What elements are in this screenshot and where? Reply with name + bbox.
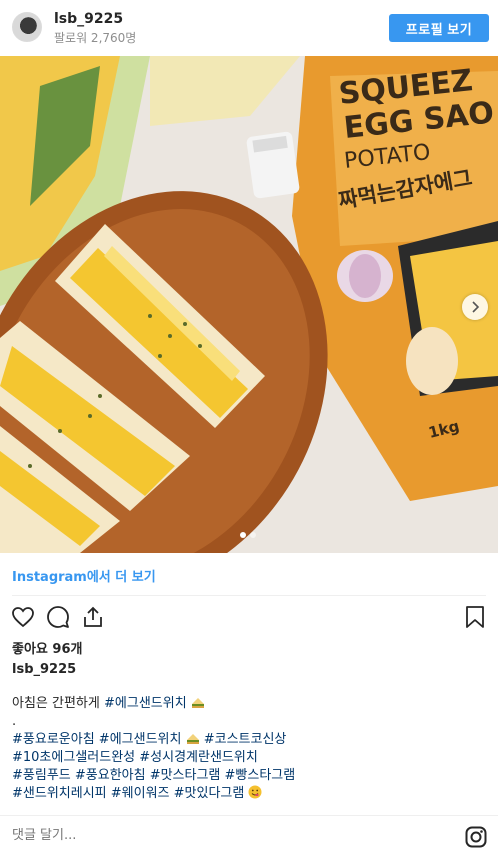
share-button[interactable] xyxy=(80,604,106,630)
carousel-dot xyxy=(250,532,256,538)
view-profile-button[interactable]: 프로필 보기 xyxy=(389,14,489,42)
header-username[interactable]: lsb_9225 xyxy=(54,11,123,27)
hashtag[interactable]: #풍림푸드 xyxy=(12,768,75,783)
carousel-dot xyxy=(240,532,246,538)
carousel-indicator xyxy=(240,532,256,538)
like-count[interactable]: 좋아요 96개 xyxy=(12,638,82,657)
yum-emoji-icon xyxy=(248,785,262,799)
save-button[interactable] xyxy=(462,604,488,630)
hashtag[interactable]: #성시경계란샌드위치 xyxy=(139,750,258,765)
share-icon xyxy=(84,606,102,627)
hashtag[interactable]: #10초에그샐러드완성 xyxy=(12,750,139,765)
hashtag[interactable]: #맛있다그램 xyxy=(174,786,245,801)
instagram-logo-icon[interactable] xyxy=(465,826,487,848)
hashtag[interactable]: #빵스타그램 xyxy=(225,768,296,783)
sandwich-emoji-icon xyxy=(191,698,204,708)
view-more-on-instagram-link[interactable]: Instagram에서 더 보기 xyxy=(12,566,156,585)
hashtag[interactable]: #코스트코신상 xyxy=(204,732,287,747)
post-photo[interactable]: SQUEEZ EGG SAO POTATO 짜먹는감자에그 1kg xyxy=(0,56,498,553)
hashtag[interactable]: #웨이워즈 xyxy=(111,786,174,801)
egg-sandwich-photo: SQUEEZ EGG SAO POTATO 짜먹는감자에그 1kg xyxy=(0,56,498,553)
like-button[interactable] xyxy=(10,604,36,630)
caption-line: #풍림푸드 #풍요한아침 #맛스타그램 #빵스타그램 xyxy=(12,767,486,785)
sandwich-emoji-icon xyxy=(186,734,199,744)
caption-line: #풍요로운아침 #에그샌드위치 #코스트코신상 xyxy=(12,731,486,749)
comment-icon xyxy=(47,606,69,628)
heart-icon xyxy=(12,607,34,628)
caption-separator: . xyxy=(12,714,17,729)
hashtag[interactable]: #맛스타그램 xyxy=(150,768,225,783)
post-header: lsb_9225 팔로워 2,760명 프로필 보기 xyxy=(0,0,498,56)
caption-line: #10초에그샐러드완성 #성시경계란샌드위치 xyxy=(12,749,486,767)
bookmark-icon xyxy=(466,606,484,628)
hashtag[interactable]: #샌드위치레시피 xyxy=(12,786,111,801)
caption-username[interactable]: lsb_9225 xyxy=(12,662,76,677)
avatar[interactable] xyxy=(12,12,42,42)
chevron-right-icon xyxy=(472,301,480,313)
comment-input[interactable] xyxy=(12,828,312,843)
hashtag[interactable]: #에그샌드위치 xyxy=(104,696,187,711)
hashtag[interactable]: #풍요로운아침 xyxy=(12,732,99,747)
caption-line: . xyxy=(12,713,486,731)
hashtag[interactable]: #에그샌드위치 xyxy=(99,732,182,747)
hashtag[interactable]: #풍요한아침 xyxy=(75,768,150,783)
divider xyxy=(12,595,486,596)
caption-line: #샌드위치레시피 #웨이워즈 #맛있다그램 xyxy=(12,785,486,803)
comment-bar xyxy=(0,815,498,856)
comment-button[interactable] xyxy=(45,604,71,630)
caption-text: 아침은 간편하게 xyxy=(12,696,104,711)
action-bar xyxy=(0,600,498,634)
follower-count: 팔로워 2,760명 xyxy=(54,31,137,45)
carousel-next-button[interactable] xyxy=(462,294,488,320)
post-caption: 아침은 간편하게 #에그샌드위치 . #풍요로운아침 #에그샌드위치 #코스트코… xyxy=(12,695,486,803)
caption-line: 아침은 간편하게 #에그샌드위치 xyxy=(12,695,486,713)
